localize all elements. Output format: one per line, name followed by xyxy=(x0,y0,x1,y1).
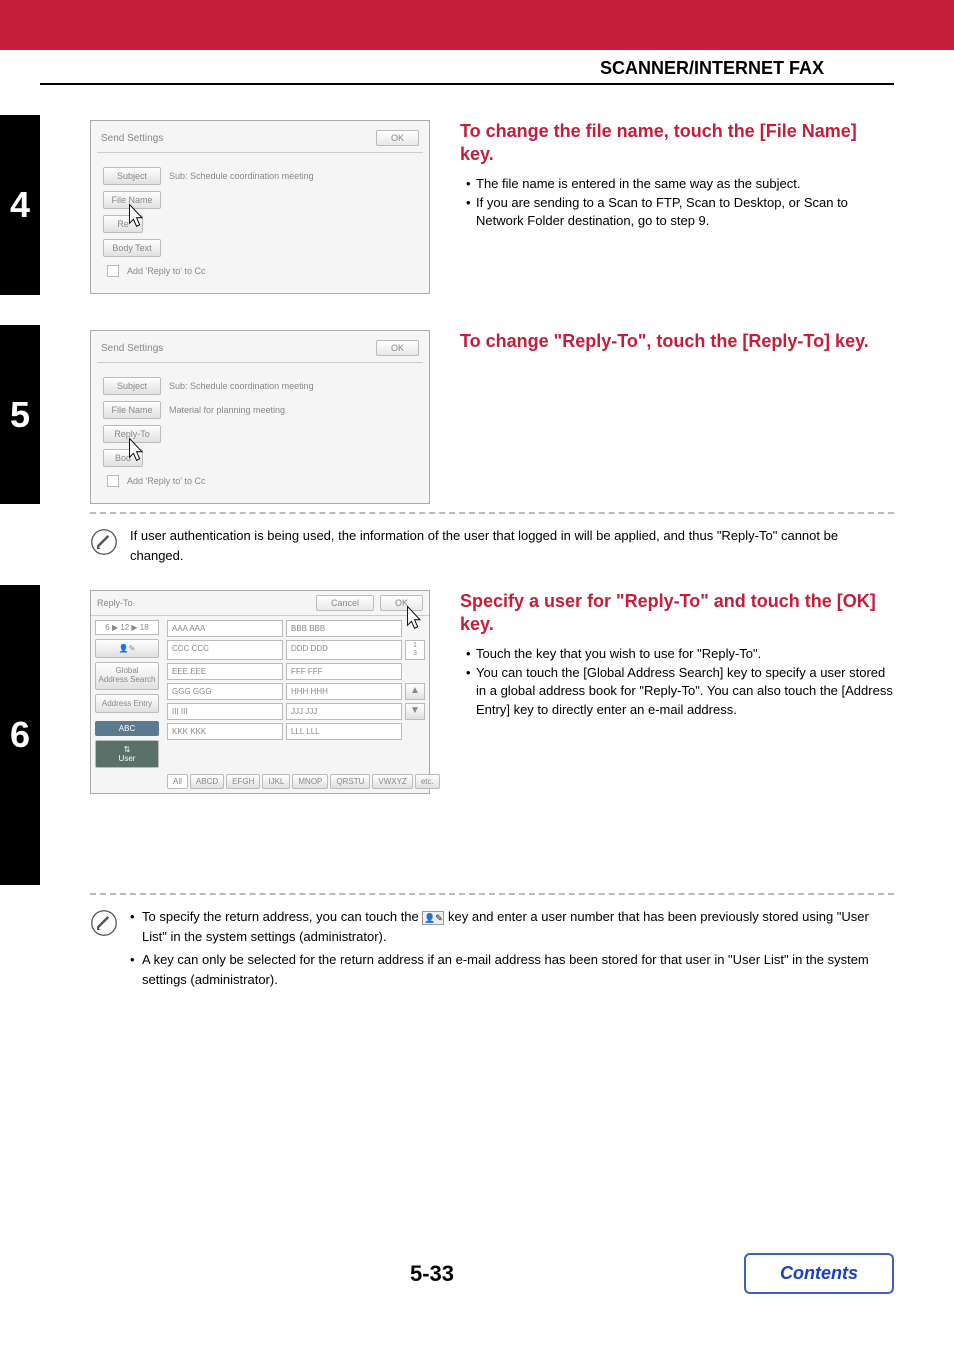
filter-tab[interactable]: IJKL xyxy=(262,774,290,789)
body-text-button[interactable]: Body Text xyxy=(103,239,161,257)
user-cell[interactable]: LLL LLL xyxy=(286,723,402,740)
note-bullet: A key can only be selected for the retur… xyxy=(130,950,894,989)
scroll-down-button[interactable]: ▼ xyxy=(405,703,425,720)
user-num-inline-icon: 👤✎ xyxy=(422,911,444,925)
filter-tab[interactable]: ABCD xyxy=(190,774,224,789)
panel-title: Send Settings xyxy=(101,343,163,354)
user-num-button[interactable]: 👤✎ xyxy=(95,639,159,658)
step-4: 4 Send Settings OK Subject Sub: Schedule… xyxy=(0,115,894,295)
cursor-icon xyxy=(123,437,147,467)
panel-title: Send Settings xyxy=(101,133,163,144)
pencil-note-icon xyxy=(90,909,118,937)
step-title: Specify a user for "Reply-To" and touch … xyxy=(460,590,894,637)
note-bullet: To specify the return address, you can t… xyxy=(130,907,894,946)
user-cell[interactable]: GGG GGG xyxy=(167,683,283,700)
reply-to-panel: Reply-To Cancel OK 6 ▶ 12 ▶ 18 👤✎ xyxy=(90,590,430,794)
user-cell[interactable]: HHH HHH xyxy=(286,683,402,700)
filter-tab[interactable]: QRSTU xyxy=(330,774,370,789)
bullet: The file name is entered in the same way… xyxy=(466,175,894,194)
section-header: SCANNER/INTERNET FAX xyxy=(40,50,894,85)
user-cell[interactable]: BBB BBB xyxy=(286,620,402,637)
subject-button[interactable]: Subject xyxy=(103,377,161,395)
abc-button[interactable]: ABC xyxy=(95,721,159,736)
step-title: To change "Reply-To", touch the [Reply-T… xyxy=(460,330,894,353)
file-name-value: Material for planning meeting xyxy=(169,405,285,415)
scroll-up-button[interactable]: ▲ xyxy=(405,683,425,700)
page-number: 5-33 xyxy=(120,1261,744,1287)
filter-tab[interactable]: EFGH xyxy=(226,774,260,789)
step-title: To change the file name, touch the [File… xyxy=(460,120,894,167)
user-cell[interactable]: CCC CCC xyxy=(167,640,283,660)
global-address-search-button[interactable]: Global Address Search xyxy=(95,662,159,690)
step-num-box: 4 xyxy=(0,115,40,295)
step-number: 5 xyxy=(10,394,30,436)
bullet: If you are sending to a Scan to FTP, Sca… xyxy=(466,194,894,232)
panel-title: Reply-To xyxy=(97,598,133,608)
step-6: 6 Reply-To Cancel OK xyxy=(0,585,894,885)
add-reply-label: Add 'Reply to' to Cc xyxy=(127,476,205,486)
filter-tab[interactable]: etc. xyxy=(415,774,440,789)
note-text: If user authentication is being used, th… xyxy=(130,526,894,565)
top-red-bar xyxy=(0,0,954,50)
step-5: 5 Send Settings OK Subject Sub: Schedule… xyxy=(0,325,894,504)
user-cell[interactable]: JJJ JJJ xyxy=(286,703,402,720)
page-selector[interactable]: 6 ▶ 12 ▶ 18 xyxy=(95,620,159,635)
ok-button[interactable]: OK xyxy=(376,130,419,146)
address-entry-button[interactable]: Address Entry xyxy=(95,694,159,713)
bullet: You can touch the [Global Address Search… xyxy=(466,664,894,721)
user-cell[interactable]: DDD DDD xyxy=(286,640,402,660)
subject-value: Sub: Schedule coordination meeting xyxy=(169,381,314,391)
pencil-note-icon xyxy=(90,528,118,556)
note-row: If user authentication is being used, th… xyxy=(0,526,894,565)
cancel-button[interactable]: Cancel xyxy=(316,595,374,611)
subject-value: Sub: Schedule coordination meeting xyxy=(169,171,314,181)
add-reply-checkbox[interactable] xyxy=(107,265,119,277)
subject-button[interactable]: Subject xyxy=(103,167,161,185)
send-settings-panel: Send Settings OK Subject Sub: Schedule c… xyxy=(90,120,430,294)
ok-button[interactable]: OK xyxy=(376,340,419,356)
user-cell[interactable]: III III xyxy=(167,703,283,720)
user-cell[interactable]: KKK KKK xyxy=(167,723,283,740)
step-number: 6 xyxy=(10,714,30,756)
filter-tab[interactable]: MNOP xyxy=(292,774,328,789)
bullet: Touch the key that you wish to use for "… xyxy=(466,645,894,664)
step-number: 4 xyxy=(10,184,30,226)
filter-tab[interactable]: VWXYZ xyxy=(372,774,412,789)
add-reply-checkbox[interactable] xyxy=(107,475,119,487)
file-name-button[interactable]: File Name xyxy=(103,401,161,419)
step-num-box: 5 xyxy=(0,325,40,504)
dashed-separator xyxy=(90,512,894,514)
add-reply-label: Add 'Reply to' to Cc xyxy=(127,266,205,276)
user-cell[interactable]: EEE EEE xyxy=(167,663,283,680)
cursor-icon xyxy=(123,203,147,233)
user-cell[interactable]: FFF FFF xyxy=(286,663,402,680)
user-cell[interactable]: AAA AAA xyxy=(167,620,283,637)
dashed-separator xyxy=(90,893,894,895)
cursor-icon xyxy=(401,605,425,635)
user-sort-button[interactable]: ⇅ User xyxy=(95,740,159,768)
note-row-2: To specify the return address, you can t… xyxy=(0,907,894,993)
send-settings-panel-2: Send Settings OK Subject Sub: Schedule c… xyxy=(90,330,430,504)
filter-tab[interactable]: All xyxy=(167,774,188,789)
contents-button[interactable]: Contents xyxy=(744,1253,894,1294)
count-cell: 13 xyxy=(405,640,425,660)
step-num-box: 6 xyxy=(0,585,40,885)
